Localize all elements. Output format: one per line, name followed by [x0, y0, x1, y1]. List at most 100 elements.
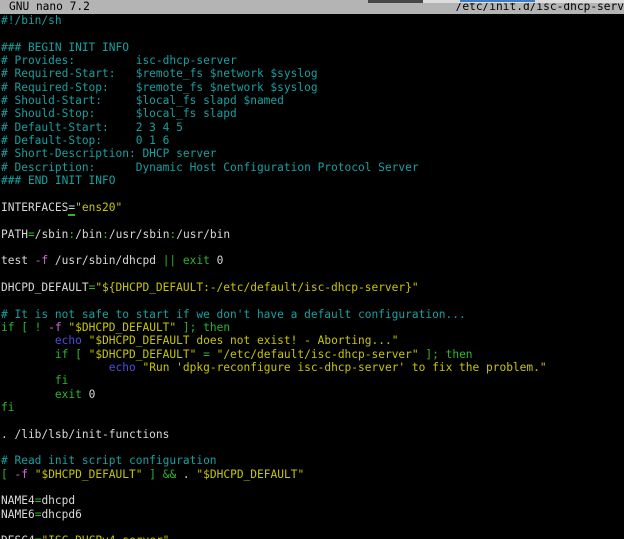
code-segment: "${DHCPD_DEFAULT:-/etc/default/isc-dhcp-… — [95, 281, 418, 294]
code-line — [1, 187, 624, 200]
code-segment: ] && — [143, 468, 183, 481]
code-line: # Provides: isc-dhcp-server — [1, 54, 624, 67]
code-segment: || exit — [163, 254, 217, 267]
code-line: # It is not safe to start if we don't ha… — [1, 308, 624, 321]
code-segment: NAME6 — [1, 508, 35, 521]
code-line: # Required-Start: $remote_fs $network $s… — [1, 67, 624, 80]
screen-edge-artifact-dark — [368, 0, 423, 3]
code-segment: "$DHCPD_DEFAULT" — [89, 348, 197, 361]
code-segment: . /lib/lsb/init-functions — [1, 428, 169, 441]
code-line: # Should-Stop: $local_fs slapd — [1, 107, 624, 120]
code-line: exit 0 — [1, 388, 624, 401]
code-segment: "ens20" — [75, 201, 122, 214]
code-line — [1, 414, 624, 427]
code-line: DESC4="ISC DHCPv4 server" — [1, 534, 624, 539]
code-segment — [1, 374, 55, 387]
code-line: ### BEGIN INIT INFO — [1, 41, 624, 54]
code-segment: PATH — [1, 228, 28, 241]
nano-editor-window: GNU nano 7.2 /etc/init.d/isc-dhcp-serv #… — [0, 0, 624, 539]
code-segment: DESC4 — [1, 534, 35, 539]
code-segment: # Should-Start: $local_fs slapd $named — [1, 94, 284, 107]
code-line: NAME6=dhcpd6 — [1, 508, 624, 521]
app-version-label: GNU nano 7.2 — [9, 0, 90, 14]
code-segment: -f — [35, 254, 48, 267]
code-segment: test — [1, 254, 35, 267]
code-line: DHCPD_DEFAULT="${DHCPD_DEFAULT:-/etc/def… — [1, 281, 624, 294]
code-segment — [28, 468, 35, 481]
code-segment: = — [28, 228, 35, 241]
code-line — [1, 481, 624, 494]
code-segment: /usr/sbin — [109, 228, 170, 241]
code-line: # Default-Start: 2 3 4 5 — [1, 121, 624, 134]
code-segment: INTERFACES — [1, 201, 68, 214]
code-line: . /lib/lsb/init-functions — [1, 428, 624, 441]
code-line: # Default-Stop: 0 1 6 — [1, 134, 624, 147]
code-segment: ]; then — [419, 348, 473, 361]
code-segment: # Default-Start: 2 3 4 5 — [1, 121, 183, 134]
terminal-body[interactable]: #!/bin/sh ### BEGIN INIT INFO# Provides: … — [0, 14, 624, 539]
code-line: fi — [1, 374, 624, 387]
code-segment: ### END INIT INFO — [1, 174, 116, 187]
code-segment: /bin — [75, 228, 102, 241]
code-line: echo "$DHCPD_DEFAULT does not exist! - A… — [1, 334, 624, 347]
code-segment: if [ ! — [1, 321, 48, 334]
code-segment: ### BEGIN INIT INFO — [1, 41, 129, 54]
code-segment: NAME4 — [1, 494, 35, 507]
code-segment: "Run 'dpkg-reconfigure isc-dhcp-server' … — [142, 361, 546, 374]
code-segment: dhcpd6 — [41, 508, 81, 521]
code-line — [1, 27, 624, 40]
code-segment — [1, 388, 55, 401]
code-segment: /sbin — [35, 228, 69, 241]
code-segment: ]; then — [176, 321, 230, 334]
code-line: [ -f "$DHCPD_DEFAULT" ] && . "$DHCPD_DEF… — [1, 468, 624, 481]
code-segment: # Description: Dynamic Host Configuratio… — [1, 161, 419, 174]
code-segment: exit — [55, 388, 89, 401]
code-line — [1, 441, 624, 454]
code-line: NAME4=dhcpd — [1, 494, 624, 507]
code-segment: : — [102, 228, 109, 241]
code-segment: # Should-Stop: $local_fs slapd — [1, 107, 237, 120]
code-line: # Required-Stop: $remote_fs $network $sy… — [1, 81, 624, 94]
code-segment: = — [196, 348, 216, 361]
code-segment — [1, 361, 109, 374]
code-segment: DHCPD_DEFAULT — [1, 281, 89, 294]
code-segment — [1, 348, 55, 361]
code-segment: /usr/sbin/dhcpd — [48, 254, 163, 267]
code-segment: if [ — [55, 348, 89, 361]
code-segment: # Required-Start: $remote_fs $network $s… — [1, 67, 318, 80]
code-line — [1, 294, 624, 307]
code-line: #!/bin/sh — [1, 14, 624, 27]
code-line: PATH=/sbin:/bin:/usr/sbin:/usr/bin — [1, 228, 624, 241]
code-segment: # Read init script configuration — [1, 454, 217, 467]
code-segment: # Default-Stop: 0 1 6 — [1, 134, 169, 147]
code-segment: "$DHCPD_DEFAULT" — [196, 468, 304, 481]
code-segment: echo — [109, 361, 136, 374]
code-segment: "ISC DHCPv4 server" — [41, 534, 169, 539]
code-segment: # Provides: isc-dhcp-server — [1, 54, 237, 67]
code-segment: fi — [55, 374, 68, 387]
code-line: # Should-Start: $local_fs slapd $named — [1, 94, 624, 107]
code-segment: "$DHCPD_DEFAULT" — [68, 321, 176, 334]
code-segment: "$DHCPD_DEFAULT" — [35, 468, 143, 481]
code-segment: 0 — [89, 388, 96, 401]
code-line: # Short-Description: DHCP server — [1, 147, 624, 160]
code-line: ### END INIT INFO — [1, 174, 624, 187]
code-line — [1, 268, 624, 281]
code-segment: # It is not safe to start if we don't ha… — [1, 308, 466, 321]
code-line: fi — [1, 401, 624, 414]
code-segment: [ — [1, 468, 14, 481]
code-segment: 0 — [217, 254, 224, 267]
code-segment: "$DHCPD_DEFAULT does not exist! - Aborti… — [89, 334, 399, 347]
code-segment: # Required-Stop: $remote_fs $network $sy… — [1, 81, 318, 94]
code-line: # Read init script configuration — [1, 454, 624, 467]
code-segment: # Short-Description: DHCP server — [1, 147, 217, 160]
code-segment: -f — [14, 468, 27, 481]
code-segment: /usr/bin — [176, 228, 230, 241]
code-line: echo "Run 'dpkg-reconfigure isc-dhcp-ser… — [1, 361, 624, 374]
code-segment: #!/bin/sh — [1, 14, 62, 27]
code-line: INTERFACES="ens20" — [1, 201, 624, 214]
code-line: if [ ! -f "$DHCPD_DEFAULT" ]; then — [1, 321, 624, 334]
code-line: if [ "$DHCPD_DEFAULT" = "/etc/default/is… — [1, 348, 624, 361]
code-segment: -f — [48, 321, 61, 334]
code-line — [1, 214, 624, 227]
